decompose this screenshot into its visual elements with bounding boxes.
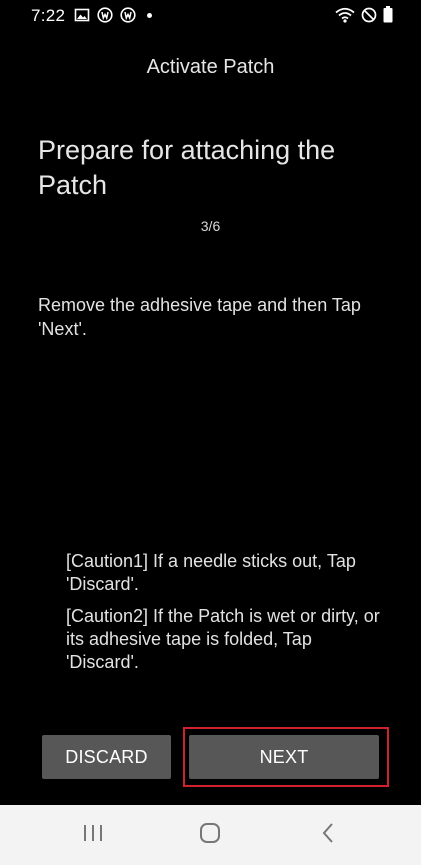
battery-icon xyxy=(383,6,393,23)
caution-text: [Caution2] If the Patch is wet or dirty,… xyxy=(66,606,380,672)
status-notification-icons xyxy=(74,7,152,23)
app-notification-icon xyxy=(97,7,113,23)
gallery-icon xyxy=(74,7,90,23)
status-time: 7:22 xyxy=(31,6,66,25)
navigation-bar xyxy=(0,805,421,865)
next-button[interactable]: NEXT xyxy=(189,735,379,779)
step-title: Prepare for attaching the Patch xyxy=(38,135,336,200)
status-system-icons xyxy=(335,6,393,23)
app-notification-icon xyxy=(120,7,136,23)
cautions-list: [Caution1] If a needle sticks out, Tap '… xyxy=(66,550,386,683)
wifi-icon xyxy=(335,7,355,23)
home-icon xyxy=(199,822,221,849)
instruction-text: Remove the adhesive tape and then Tap 'N… xyxy=(38,295,361,339)
status-bar: 7:22 xyxy=(0,0,421,32)
recents-icon xyxy=(82,824,104,847)
home-button[interactable] xyxy=(170,805,250,865)
more-dot-icon xyxy=(147,12,152,18)
caution-text: [Caution1] If a needle sticks out, Tap '… xyxy=(66,551,356,594)
do-not-disturb-icon xyxy=(361,7,377,23)
back-icon xyxy=(320,822,336,849)
back-button[interactable] xyxy=(288,805,368,865)
recents-button[interactable] xyxy=(53,805,133,865)
step-counter: 3/6 xyxy=(200,218,221,234)
page-title: Activate Patch xyxy=(146,56,275,78)
discard-button[interactable]: DISCARD xyxy=(42,735,171,779)
